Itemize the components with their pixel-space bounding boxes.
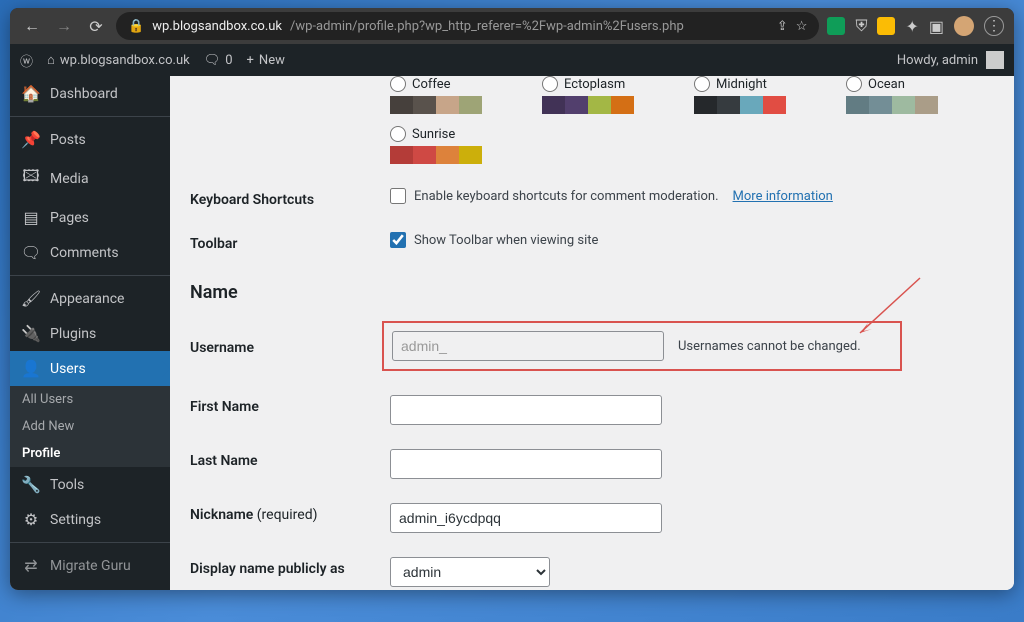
scheme-ocean-palette [846, 96, 938, 114]
menu-media[interactable]: 🖾Media [10, 157, 170, 200]
last-name-input[interactable] [390, 449, 662, 479]
window-icon[interactable]: ▣ [929, 17, 944, 36]
scheme-coffee-label: Coffee [412, 77, 451, 92]
browser-toolbar: ← → ⟳ 🔒 wp.blogsandbox.co.uk/wp-admin/pr… [10, 8, 1014, 44]
display-name-select[interactable]: admin [390, 557, 550, 587]
username-note: Usernames cannot be changed. [678, 339, 861, 354]
url-domain: wp.blogsandbox.co.uk [152, 19, 282, 34]
collapse-menu[interactable]: ◀Collapse menu [10, 587, 170, 590]
puzzle-icon[interactable]: ✦ [905, 17, 918, 36]
url-path: /wp-admin/profile.php?wp_http_referer=%2… [290, 19, 684, 34]
extension-icon-2[interactable] [877, 17, 895, 35]
scheme-ocean-label: Ocean [868, 77, 905, 92]
new-link[interactable]: +New [247, 53, 285, 68]
toolbar-checkbox[interactable] [390, 232, 406, 248]
menu-dashboard[interactable]: 🏠Dashboard [10, 76, 170, 111]
back-button[interactable]: ← [20, 14, 44, 38]
scheme-ectoplasm-label: Ectoplasm [564, 77, 625, 92]
wp-logo-icon[interactable]: ⓦ [20, 51, 33, 70]
scheme-ectoplasm[interactable]: Ectoplasm [542, 76, 634, 114]
scheme-sunrise[interactable]: Sunrise [390, 126, 482, 164]
scheme-coffee-radio[interactable] [390, 76, 406, 92]
comment-icon: 🗨 [204, 53, 221, 68]
scheme-sunrise-palette [390, 146, 482, 164]
submenu-all-users[interactable]: All Users [10, 386, 170, 413]
first-name-input[interactable] [390, 395, 662, 425]
scheme-midnight-label: Midnight [716, 77, 767, 92]
extension-icon-1[interactable] [827, 17, 845, 35]
submenu-add-new[interactable]: Add New [10, 413, 170, 440]
label-last-name: Last Name [190, 449, 390, 469]
menu-posts[interactable]: 📌Posts [10, 122, 170, 157]
menu-tools[interactable]: 🔧Tools [10, 467, 170, 502]
site-link[interactable]: ⌂wp.blogsandbox.co.uk [47, 52, 190, 68]
profile-content: Coffee Ectoplasm Midnight Ocean Sunrise Key… [170, 76, 1014, 590]
submenu-profile[interactable]: Profile [10, 440, 170, 467]
profile-avatar[interactable] [954, 16, 974, 36]
menu-plugins[interactable]: 🔌Plugins [10, 316, 170, 351]
menu-users[interactable]: 👤Users [10, 351, 170, 386]
kb-shortcuts-checkbox[interactable] [390, 188, 406, 204]
label-toolbar: Toolbar [190, 232, 390, 252]
scheme-sunrise-label: Sunrise [412, 127, 455, 142]
media-icon: 🖾 [22, 165, 40, 192]
scheme-midnight-palette [694, 96, 786, 114]
url-bar[interactable]: 🔒 wp.blogsandbox.co.uk/wp-admin/profile.… [116, 12, 819, 40]
scheme-ectoplasm-radio[interactable] [542, 76, 558, 92]
shield-icon[interactable]: ⛨ [855, 16, 867, 36]
lock-icon: 🔒 [128, 19, 144, 34]
reload-button[interactable]: ⟳ [84, 14, 108, 38]
wp-admin-bar: ⓦ ⌂wp.blogsandbox.co.uk 🗨0 +New Howdy, a… [10, 44, 1014, 76]
browser-menu-icon[interactable]: ⋮ [984, 16, 1004, 36]
scheme-coffee-palette [390, 96, 482, 114]
more-info-link[interactable]: More information [733, 189, 833, 204]
user-icon: 👤 [22, 359, 40, 378]
label-username: Username [190, 336, 390, 356]
sliders-icon: ⚙ [22, 510, 40, 529]
username-highlight: Usernames cannot be changed. [382, 321, 902, 371]
menu-settings[interactable]: ⚙Settings [10, 502, 170, 537]
username-input [392, 331, 664, 361]
scheme-sunrise-radio[interactable] [390, 126, 406, 142]
forward-button[interactable]: → [52, 14, 76, 38]
pages-icon: ▤ [22, 208, 40, 227]
scheme-ocean[interactable]: Ocean [846, 76, 938, 114]
menu-pages[interactable]: ▤Pages [10, 200, 170, 235]
nickname-input[interactable] [390, 503, 662, 533]
home-icon: ⌂ [47, 52, 55, 68]
plug-icon: 🔌 [22, 324, 40, 343]
label-nickname: Nickname (required) [190, 503, 390, 523]
comments-link[interactable]: 🗨0 [204, 53, 233, 68]
scheme-coffee[interactable]: Coffee [390, 76, 482, 114]
label-display-name: Display name publicly as [190, 557, 390, 577]
share-icon[interactable]: ⇪ [777, 19, 788, 34]
wrench-icon: 🔧 [22, 475, 40, 494]
scheme-midnight-radio[interactable] [694, 76, 710, 92]
migrate-icon: ⇄ [22, 556, 40, 575]
howdy-text[interactable]: Howdy, admin [897, 53, 978, 68]
menu-migrate-guru[interactable]: ⇄Migrate Guru [10, 548, 170, 583]
scheme-midnight[interactable]: Midnight [694, 76, 786, 114]
label-first-name: First Name [190, 395, 390, 415]
scheme-ocean-radio[interactable] [846, 76, 862, 92]
label-kb-shortcuts: Keyboard Shortcuts [190, 188, 390, 208]
kb-shortcuts-option[interactable]: Enable keyboard shortcuts for comment mo… [390, 188, 719, 204]
annotation-arrow [850, 273, 930, 343]
toolbar-option[interactable]: Show Toolbar when viewing site [390, 232, 598, 248]
comments-icon: 🗨 [22, 243, 40, 262]
dashboard-icon: 🏠 [22, 84, 40, 103]
menu-appearance[interactable]: 🖌Appearance [10, 281, 170, 316]
plus-icon: + [247, 53, 254, 68]
admin-sidebar: 🏠Dashboard 📌Posts 🖾Media ▤Pages 🗨Comment… [10, 76, 170, 590]
star-icon[interactable]: ☆ [796, 19, 808, 34]
admin-avatar[interactable] [986, 51, 1004, 69]
pin-icon: 📌 [22, 130, 40, 149]
menu-comments[interactable]: 🗨Comments [10, 235, 170, 270]
brush-icon: 🖌 [22, 289, 40, 308]
scheme-ectoplasm-palette [542, 96, 634, 114]
